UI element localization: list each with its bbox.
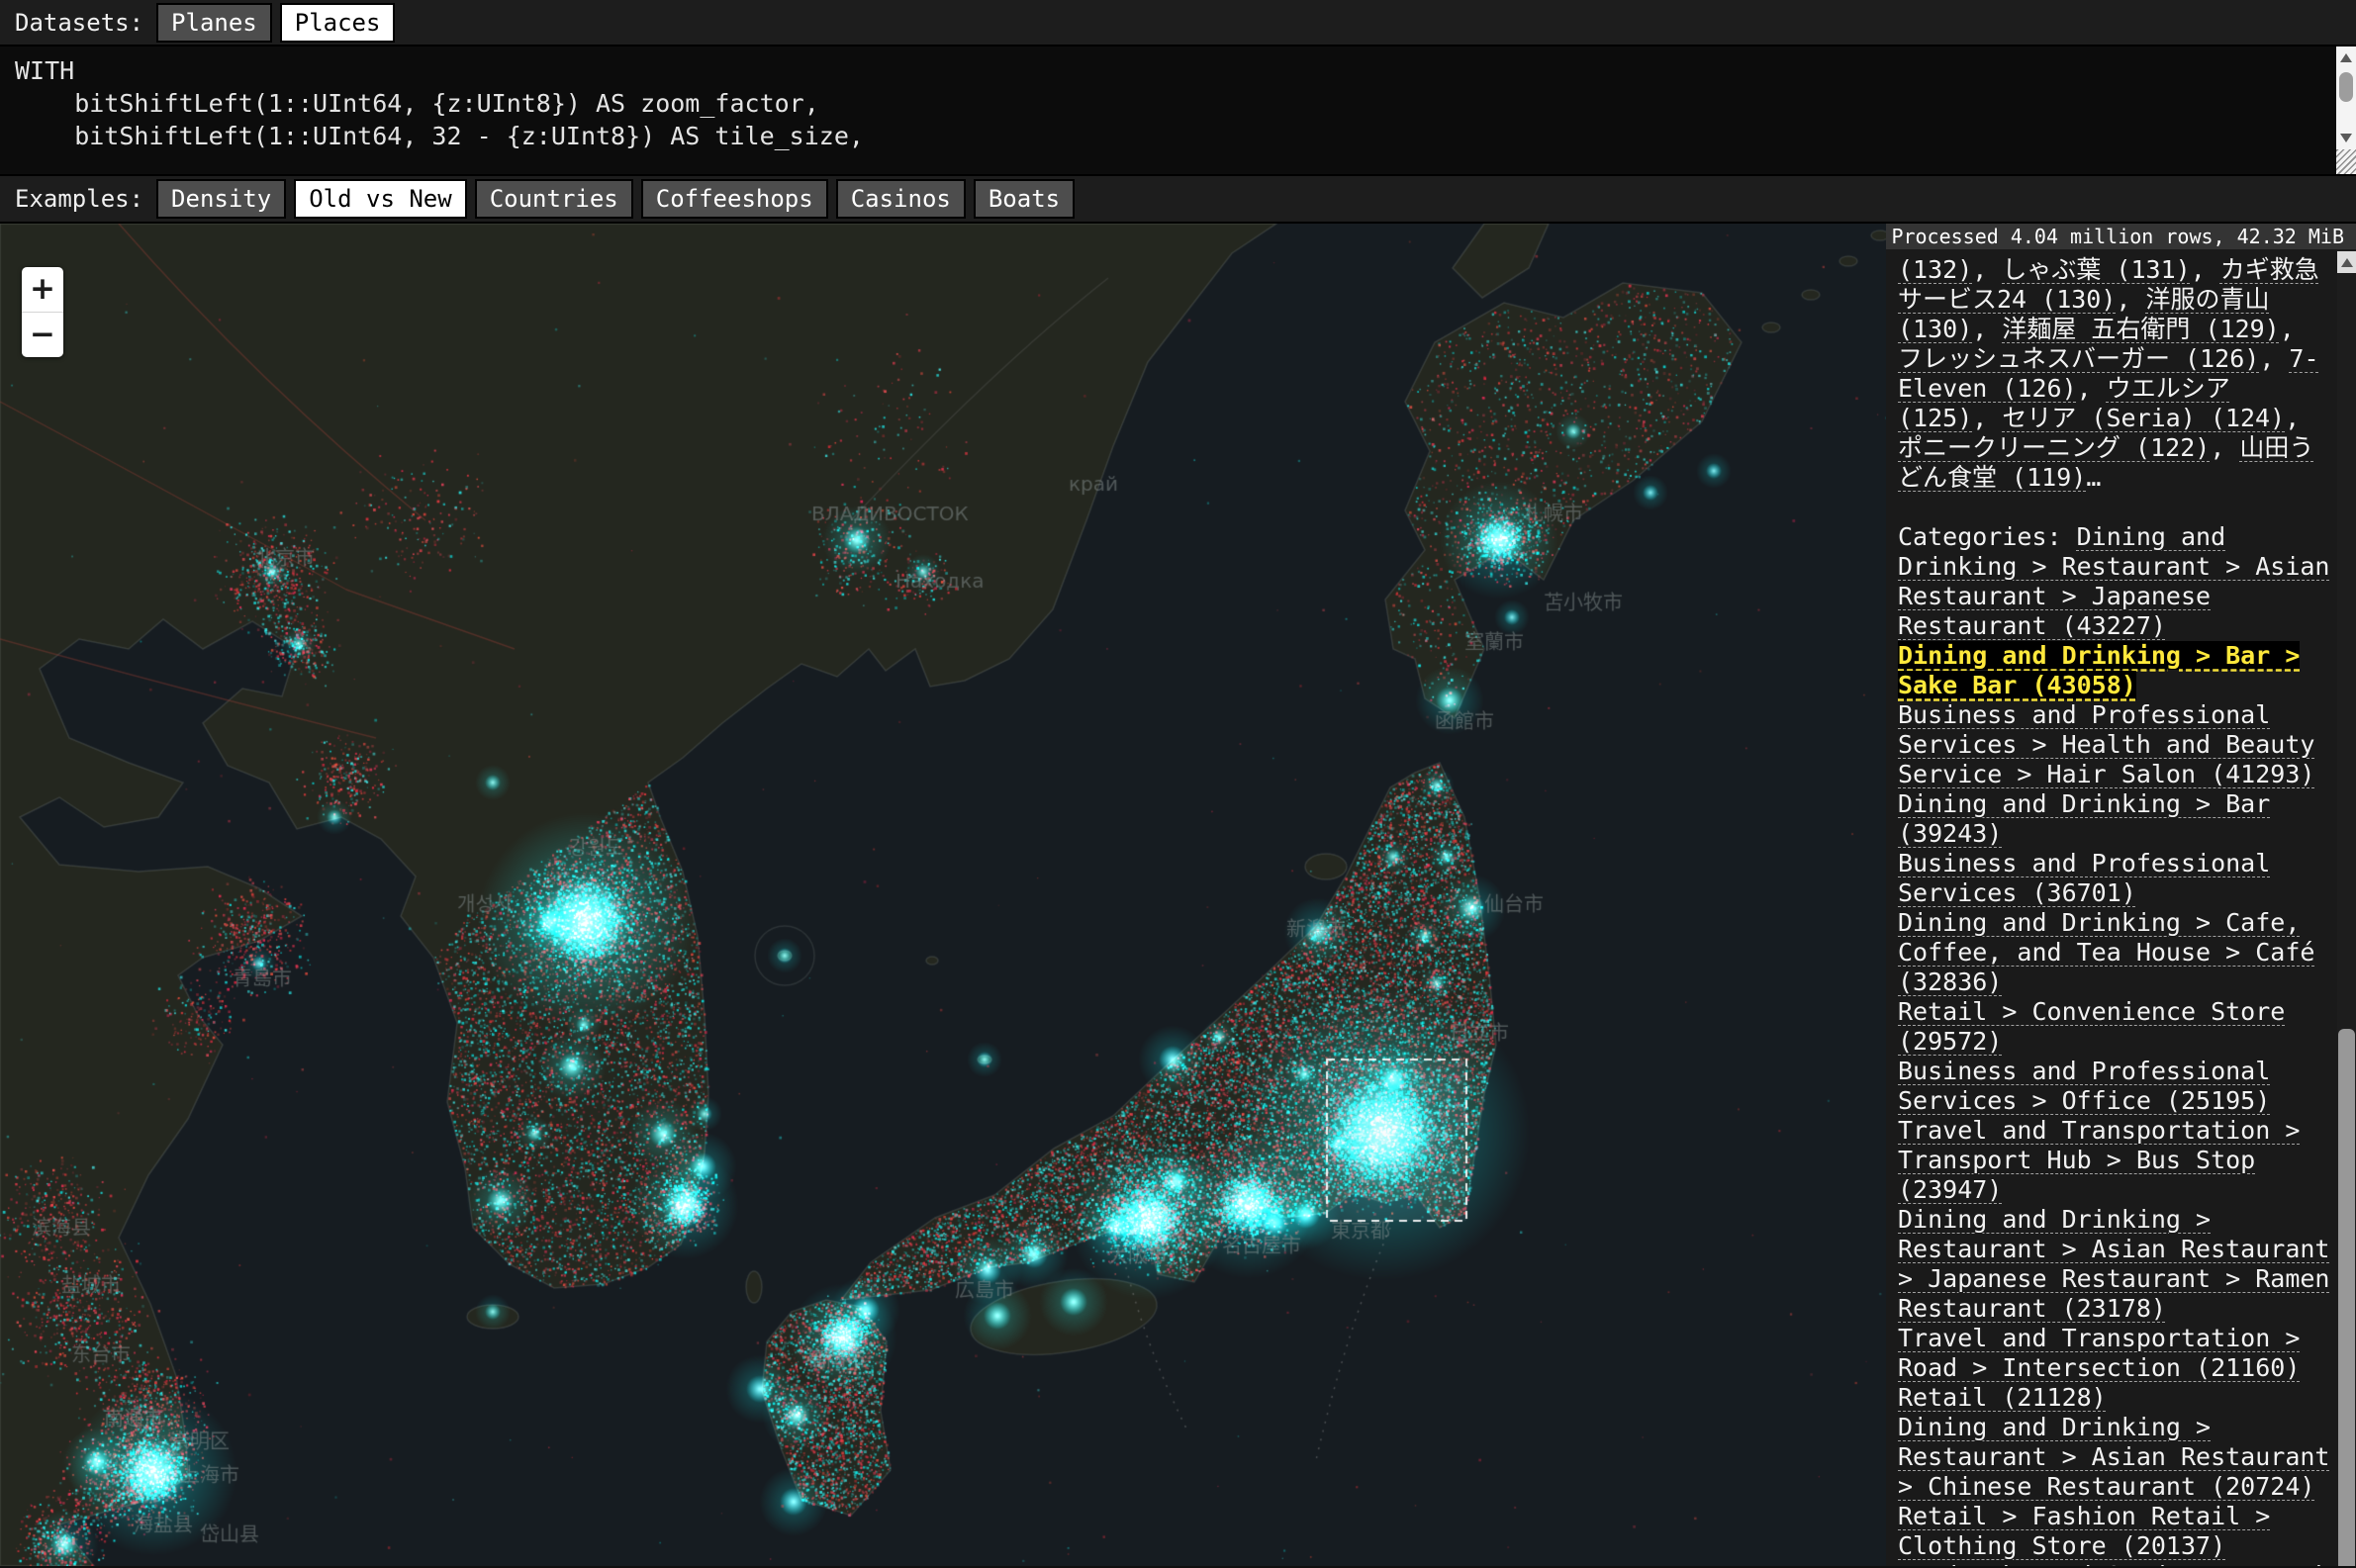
textarea-scrollbar-thumb[interactable] <box>2339 72 2353 102</box>
examples-bar: Examples: DensityOld vs NewCountriesCoff… <box>0 174 2356 224</box>
example-button-coffeeshops[interactable]: Coffeeshops <box>641 179 828 219</box>
sidebar-scrollbar-thumb[interactable] <box>2338 1029 2355 1566</box>
brand-link[interactable]: 洋麺屋 五右衛門 (129) <box>2002 315 2279 343</box>
category-link[interactable]: Dining and Drinking > Bar (39243) <box>1898 789 2270 848</box>
scroll-up-arrow-icon[interactable] <box>2340 53 2352 62</box>
brand-link[interactable]: フレッシュネスバーガー (126) <box>1898 344 2259 373</box>
categories-label: Categories: <box>1898 522 2077 551</box>
datasets-label: Datasets: <box>15 9 143 37</box>
example-button-casinos[interactable]: Casinos <box>836 179 966 219</box>
sql-query-textarea[interactable]: WITH bitShiftLeft(1::UInt64, {z:UInt8}) … <box>0 46 2356 152</box>
sidebar-content: (132), しゃぶ葉 (131), カギ救急サービス24 (130), 洋服の… <box>1898 255 2333 1566</box>
example-button-countries[interactable]: Countries <box>475 179 633 219</box>
category-link[interactable]: Landmarks and Outdoors > Park (19498) <box>1898 1561 2330 1566</box>
zoom-in-button[interactable]: + <box>22 267 63 313</box>
category-link-selected[interactable]: Dining and Drinking > Bar > Sake Bar (43… <box>1898 641 2300 699</box>
category-link[interactable]: Business and Professional Services > Off… <box>1898 1057 2270 1115</box>
map-canvas[interactable] <box>0 224 1886 1566</box>
example-button-boats[interactable]: Boats <box>974 179 1075 219</box>
textarea-scrollbar[interactable] <box>2336 46 2356 149</box>
datasets-buttons: PlanesPlaces <box>156 3 403 43</box>
brand-link[interactable]: (132) <box>1898 255 1972 284</box>
category-link[interactable]: Travel and Transportation > Transport Hu… <box>1898 1116 2300 1204</box>
sidebar-scrollbar[interactable] <box>2337 249 2356 1566</box>
textarea-resize-grip-icon[interactable] <box>2336 149 2356 174</box>
category-link[interactable]: Retail > Fashion Retail > Clothing Store… <box>1898 1502 2270 1560</box>
status-bar: Processed 4.04 million rows, 42.32 MiB <box>1886 224 2356 249</box>
example-button-old-vs-new[interactable]: Old vs New <box>294 179 467 219</box>
category-link[interactable]: Business and Professional Services > Hea… <box>1898 700 2314 788</box>
brand-link[interactable]: セリア (Seria) (124) <box>2002 404 2285 432</box>
category-link[interactable]: Dining and Drinking > Restaurant > Asian… <box>1898 1205 2330 1323</box>
brand-link[interactable]: しゃぶ葉 (131) <box>2002 255 2190 284</box>
map-viewport[interactable]: + − <box>0 224 1886 1566</box>
zoom-out-button[interactable]: − <box>22 313 63 357</box>
category-link[interactable]: Retail > Convenience Store (29572) <box>1898 997 2285 1056</box>
category-link[interactable]: Business and Professional Services (3670… <box>1898 849 2270 907</box>
results-sidebar: Processed 4.04 million rows, 42.32 MiB (… <box>1886 224 2356 1566</box>
category-link[interactable]: Travel and Transportation > Road > Inter… <box>1898 1324 2300 1382</box>
sidebar-scroll-up-button[interactable] <box>2337 251 2356 273</box>
map-zoom-control: + − <box>22 267 63 357</box>
brand-link[interactable]: ポニークリーニング (122) <box>1898 433 2210 462</box>
dataset-button-planes[interactable]: Planes <box>156 3 272 43</box>
category-link[interactable]: Retail (21128) <box>1898 1383 2107 1412</box>
example-button-density[interactable]: Density <box>156 179 286 219</box>
category-link[interactable]: Dining and Drinking > Restaurant > Asian… <box>1898 1413 2330 1501</box>
examples-label: Examples: <box>15 185 143 213</box>
examples-buttons: DensityOld vs NewCountriesCoffeeshopsCas… <box>156 179 1083 219</box>
dataset-button-places[interactable]: Places <box>280 3 396 43</box>
category-link[interactable]: Dining and Drinking > Cafe, Coffee, and … <box>1898 908 2314 996</box>
query-editor: WITH bitShiftLeft(1::UInt64, {z:UInt8}) … <box>0 46 2356 174</box>
datasets-bar: Datasets: PlanesPlaces <box>0 0 2356 46</box>
scroll-down-arrow-icon[interactable] <box>2340 134 2352 142</box>
